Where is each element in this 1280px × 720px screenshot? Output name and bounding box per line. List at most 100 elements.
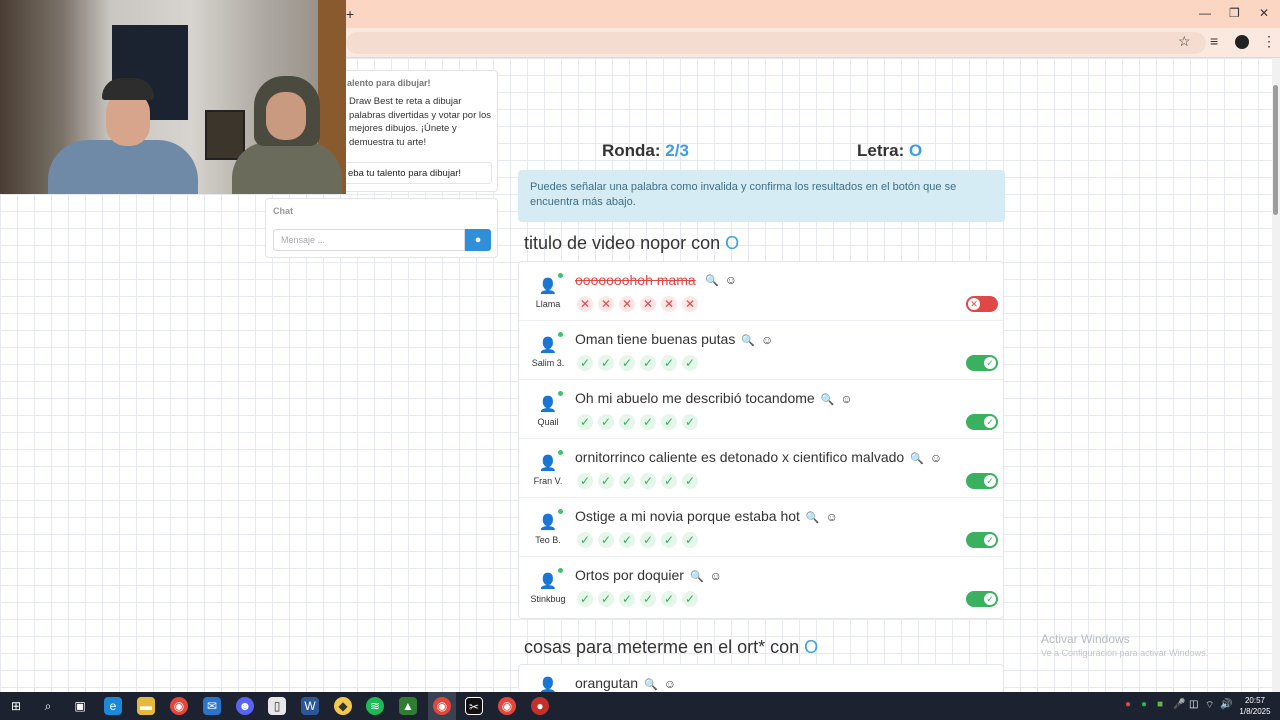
user-icon: 👤 [538,573,558,590]
smiley-icon[interactable]: ☺ [725,273,737,287]
browser-menu-icon[interactable]: ⋮ [1262,33,1276,50]
tray-nvidia-icon[interactable]: ■ [1157,699,1163,710]
answer-text: Ortos por doquier 🔍 ☺ [575,567,722,583]
online-dot [558,450,563,455]
search-icon[interactable]: ⌕ [39,697,57,715]
vote-approve-icon: ✓ [682,355,698,371]
webcam-overlay [0,0,346,194]
activation-watermark-title: Activar Windows [1041,632,1130,646]
tray-app-icon[interactable]: ● [1125,699,1131,710]
profile-avatar[interactable] [1235,35,1249,49]
player-name: Quail [537,417,559,427]
vote-approve-icon: ✓ [619,355,635,371]
document-icon[interactable]: ▯ [268,697,286,715]
app-icon-green[interactable]: ▲ [399,697,417,715]
vote-approve-icon: ✓ [619,591,635,607]
validity-toggle[interactable]: ✓ [966,591,998,607]
vote-approve-icon: ✓ [661,532,677,548]
task-view-icon[interactable]: ▣ [71,697,89,715]
wifi-icon[interactable]: ⌔ [1205,699,1214,712]
chrome-profile-icon[interactable]: ◉ [498,697,516,715]
file-explorer-icon[interactable]: ▬ [137,697,155,715]
promo-title: alento para dibujar! [347,78,431,88]
discord-icon[interactable]: ☻ [236,697,254,715]
smiley-icon[interactable]: ☺ [761,333,773,347]
vote-approve-icon: ✓ [577,414,593,430]
search-icon[interactable]: 🔍 [741,335,755,347]
capcut-icon[interactable]: ✂ [465,697,483,715]
chrome-active-icon[interactable]: ◉ [433,697,451,715]
mail-icon[interactable]: ✉ [203,697,221,715]
vote-approve-icon: ✓ [598,532,614,548]
validity-toggle[interactable]: ✓ [966,355,998,371]
scrollbar-thumb[interactable] [1273,85,1278,215]
search-icon[interactable]: 🔍 [821,394,835,406]
online-dot [558,509,563,514]
answer-text: Ostige a mi novia porque estaba hot 🔍 ☺ [575,508,838,524]
tray-spotify-icon[interactable]: ● [1141,699,1147,710]
new-tab-button[interactable]: + [346,6,354,22]
promo-text: Draw Best te reta a dibujar palabras div… [349,96,492,148]
check-icon: ✓ [984,534,996,546]
vote-approve-icon: ✓ [661,473,677,489]
recorder-icon[interactable]: ● [531,697,549,715]
edge-icon[interactable]: e [104,697,122,715]
vote-approve-icon: ✓ [577,532,593,548]
promo-button[interactable]: eba tu talento para dibujar! [341,162,492,184]
search-icon[interactable]: 🔍 [690,571,704,583]
windows-start-icon[interactable]: ⊞ [7,697,25,715]
chat-send-button[interactable]: ● [465,229,491,251]
promo-card: alento para dibujar! Draw Best te reta a… [340,70,498,192]
round-indicator: Ronda: 2/3 [602,141,689,161]
search-icon[interactable]: 🔍 [705,275,719,287]
smiley-icon[interactable]: ☺ [710,569,722,583]
chrome-icon[interactable]: ◉ [170,697,188,715]
restore-button[interactable]: ❐ [1229,6,1240,20]
answer-text: Oman tiene buenas putas 🔍 ☺ [575,331,774,347]
vote-approve-icon: ✓ [619,414,635,430]
validity-toggle[interactable]: ✓ [966,473,998,489]
network-icon[interactable]: ◫ [1189,699,1198,710]
windows-taskbar: ⊞ ⌕ ▣ e ▬ ◉ ✉ ☻ ▯ W ◆ ≋ ▲ ◉ ✂ ◉ ● ● ● ■ … [0,692,1280,720]
smiley-icon[interactable]: ☺ [826,510,838,524]
microphone-icon[interactable]: 🎤 [1173,699,1185,710]
validity-toggle[interactable]: ✕ [966,296,998,312]
search-icon[interactable]: 🔍 [910,453,924,465]
validity-toggle[interactable]: ✓ [966,414,998,430]
chat-panel: Chat Mensaje ... ● [265,198,498,258]
check-icon: ✓ [984,416,996,428]
answers-card: 👤 orangutan 🔍 ☺ [518,664,1004,694]
vote-approve-icon: ✓ [598,591,614,607]
url-field[interactable] [346,32,1206,54]
smiley-icon[interactable]: ☺ [664,677,676,691]
system-clock[interactable]: 20:57 1/8/2025 [1238,695,1272,717]
bookmark-star-icon[interactable]: ☆ [1178,33,1191,50]
word-icon[interactable]: W [301,697,319,715]
spotify-icon[interactable]: ≋ [366,697,384,715]
user-icon: 👤 [538,396,558,413]
vote-approve-icon: ✓ [682,414,698,430]
info-alert: Puedes señalar una palabra como invalida… [518,170,1005,222]
smiley-icon[interactable]: ☺ [930,451,942,465]
answer-row: 👤 Fran V. ornitorrinco caliente es deton… [519,439,1003,498]
user-icon: 👤 [538,514,558,531]
chat-message-input[interactable]: Mensaje ... [273,229,465,251]
chat-title: Chat [273,206,293,216]
vote-approve-icon: ✓ [682,473,698,489]
category-title: titulo de video nopor con O [524,233,740,253]
media-control-icon[interactable]: ≡ [1210,33,1218,49]
validity-toggle[interactable]: ✓ [966,532,998,548]
vote-approve-icon: ✓ [640,355,656,371]
search-icon[interactable]: 🔍 [806,512,820,524]
minimize-button[interactable]: — [1199,6,1211,20]
app-icon[interactable]: ◆ [334,697,352,715]
vote-approve-icon: ✓ [682,591,698,607]
close-window-button[interactable]: ✕ [1259,6,1269,20]
vote-approve-icon: ✓ [640,473,656,489]
vote-approve-icon: ✓ [577,355,593,371]
search-icon[interactable]: 🔍 [644,679,658,691]
vote-list: ✓ ✓ ✓ ✓ ✓ ✓ [577,355,698,371]
volume-icon[interactable]: 🔊 [1220,699,1232,710]
vote-list: ✕ ✕ ✕ ✕ ✕ ✕ [577,296,698,312]
smiley-icon[interactable]: ☺ [840,392,852,406]
